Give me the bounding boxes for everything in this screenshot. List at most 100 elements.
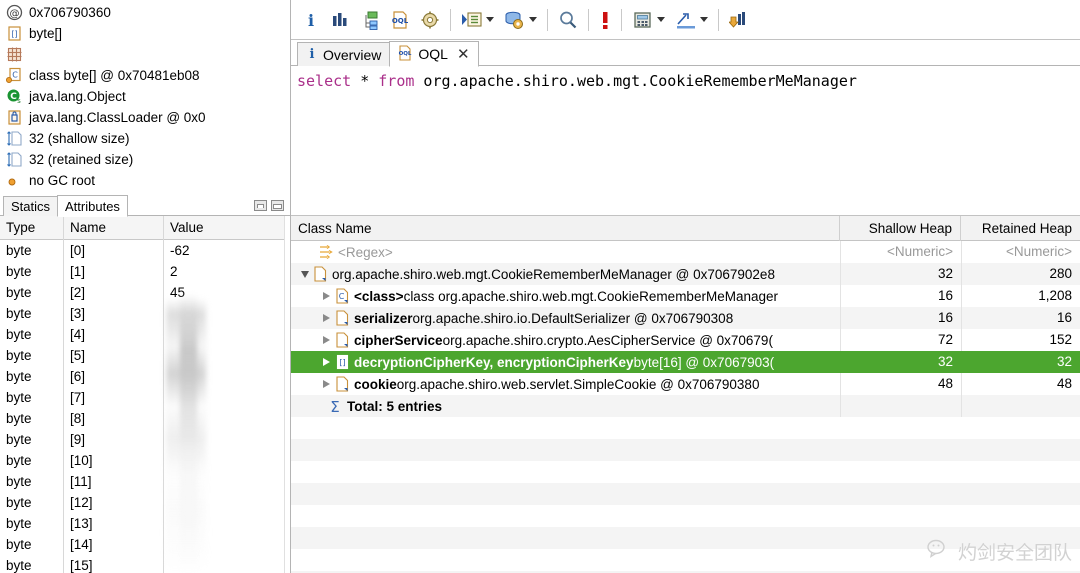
run-expert-icon[interactable] xyxy=(456,5,499,35)
sum-icon: Σ xyxy=(328,399,342,414)
table-row[interactable]: byte [0] -62 xyxy=(0,240,290,261)
maximize-icon[interactable] xyxy=(271,200,284,211)
column-header-retained-heap[interactable]: Retained Heap xyxy=(961,216,1080,241)
chevron-down-icon[interactable] xyxy=(486,17,494,22)
cell-class-name[interactable]: cipherService org.apache.shiro.crypto.Ae… xyxy=(291,332,840,348)
expand-arrow-icon[interactable] xyxy=(323,292,330,300)
chevron-down-icon[interactable] xyxy=(700,17,708,22)
svg-text:i: i xyxy=(310,47,315,60)
table-row[interactable]: byte [8] xyxy=(0,408,290,429)
oql-icon[interactable]: OQL xyxy=(385,5,415,35)
svg-text:s: s xyxy=(17,97,21,105)
cell-retained-filter[interactable]: <Numeric> xyxy=(961,241,1080,263)
minimize-icon[interactable] xyxy=(254,200,267,211)
cell-class-name[interactable]: C <class> class org.apache.shiro.web.mgt.… xyxy=(291,288,840,304)
tab-attributes[interactable]: Attributes xyxy=(57,195,128,217)
query-browser-icon[interactable] xyxy=(499,5,542,35)
calculator-icon[interactable] xyxy=(627,5,670,35)
table-row[interactable]: C <class> class org.apache.shiro.web.mgt.… xyxy=(291,285,1080,307)
tab-statics[interactable]: Statics xyxy=(3,196,59,216)
table-row[interactable]: byte [12] xyxy=(0,492,290,513)
attributes-scrollbar[interactable] xyxy=(284,216,290,573)
cell-total: Σ Total: 5 entries xyxy=(291,399,840,414)
table-row[interactable]: byte [11] xyxy=(0,471,290,492)
cell-class-name[interactable]: <Regex> xyxy=(291,244,840,260)
cell-class-name[interactable]: cookie org.apache.shiro.web.servlet.Simp… xyxy=(291,376,840,392)
collapse-arrow-icon[interactable] xyxy=(300,270,309,278)
expand-arrow-icon[interactable] xyxy=(323,358,330,366)
table-row[interactable]: byte [7] xyxy=(0,387,290,408)
table-row[interactable]: serializer org.apache.shiro.io.DefaultSe… xyxy=(291,307,1080,329)
info-icon: i xyxy=(306,46,318,63)
histogram-icon[interactable] xyxy=(325,5,355,35)
inspector-row-superclass[interactable]: Cs java.lang.Object xyxy=(0,86,290,107)
table-row[interactable]: byte [4] xyxy=(0,324,290,345)
cell-value xyxy=(164,408,290,429)
class-instance-icon: C xyxy=(335,288,350,304)
cell-class-name[interactable]: [] decryptionCipherKey, encryptionCipherK… xyxy=(291,354,840,370)
inspector-row-classloader[interactable]: java.lang.ClassLoader @ 0x0 xyxy=(0,107,290,128)
table-row[interactable]: org.apache.shiro.web.mgt.CookieRememberM… xyxy=(291,263,1080,285)
table-row[interactable]: byte [6] xyxy=(0,366,290,387)
settings-gear-icon[interactable] xyxy=(415,5,445,35)
inspector-row-gc-root[interactable]: no GC root xyxy=(0,170,290,191)
results-filter-row[interactable]: <Regex> <Numeric> <Numeric> xyxy=(291,241,1080,263)
svg-text:OQL: OQL xyxy=(392,17,409,25)
compare-icon[interactable] xyxy=(724,5,754,35)
table-row[interactable]: byte [9] xyxy=(0,429,290,450)
chevron-down-icon[interactable] xyxy=(529,17,537,22)
table-row[interactable]: [] decryptionCipherKey, encryptionCipherK… xyxy=(291,351,1080,373)
table-row[interactable]: byte [10] xyxy=(0,450,290,471)
row-type-label: org.apache.shiro.web.servlet.SimpleCooki… xyxy=(396,376,760,392)
cell-class-name[interactable]: serializer org.apache.shiro.io.DefaultSe… xyxy=(291,310,840,326)
inspector-row-address[interactable]: @ 0x706790360 xyxy=(0,2,290,23)
column-header-shallow-heap[interactable]: Shallow Heap xyxy=(840,216,961,241)
tab-overview[interactable]: i Overview xyxy=(297,42,391,66)
shallow-size-icon xyxy=(6,130,23,147)
cell-name: [12] xyxy=(64,492,164,513)
cell-shallow-filter[interactable]: <Numeric> xyxy=(840,241,961,263)
table-row[interactable]: byte [1] 2 xyxy=(0,261,290,282)
expand-arrow-icon[interactable] xyxy=(323,380,330,388)
column-header-value[interactable]: Value xyxy=(164,216,290,240)
cell-type: byte xyxy=(0,240,64,261)
error-marker-icon[interactable] xyxy=(594,5,616,35)
table-row[interactable]: byte [3] xyxy=(0,303,290,324)
oql-query-editor[interactable]: select * from org.apache.shiro.web.mgt.C… xyxy=(291,66,1080,216)
expand-arrow-icon[interactable] xyxy=(323,336,330,344)
inspector-row-grid[interactable] xyxy=(0,44,290,65)
empty-row xyxy=(291,505,1080,527)
gc-root-icon xyxy=(6,172,23,189)
table-row[interactable]: byte [14] xyxy=(0,534,290,555)
close-icon[interactable]: ✕ xyxy=(457,47,470,62)
table-row[interactable]: byte [2] 45 xyxy=(0,282,290,303)
export-icon[interactable] xyxy=(670,5,713,35)
tab-oql[interactable]: OQL OQL ✕ xyxy=(389,41,479,67)
dominator-tree-icon[interactable] xyxy=(355,5,385,35)
cell-shallow-heap: 16 xyxy=(840,307,961,329)
object-instance-icon xyxy=(335,310,350,326)
expand-arrow-icon[interactable] xyxy=(323,314,330,322)
object-instance-icon xyxy=(335,332,350,348)
table-row[interactable]: byte [5] xyxy=(0,345,290,366)
inspector-label: 0x706790360 xyxy=(29,5,111,20)
inspector-row-class[interactable]: C class byte[] @ 0x70481eb08 xyxy=(0,65,290,86)
table-row[interactable]: byte [13] xyxy=(0,513,290,534)
search-icon[interactable] xyxy=(553,5,583,35)
table-row[interactable]: cookie org.apache.shiro.web.servlet.Simp… xyxy=(291,373,1080,395)
cell-class-name[interactable]: org.apache.shiro.web.mgt.CookieRememberM… xyxy=(291,266,840,282)
column-header-name[interactable]: Name xyxy=(64,216,164,240)
inspector-label: class byte[] @ 0x70481eb08 xyxy=(29,68,200,83)
column-header-type[interactable]: Type xyxy=(0,216,64,240)
info-icon[interactable]: i xyxy=(297,5,325,35)
inspector-row-type[interactable]: [] byte[] xyxy=(0,23,290,44)
column-header-class-name[interactable]: Class Name xyxy=(291,216,840,241)
inspector-label: java.lang.ClassLoader @ 0x0 xyxy=(29,110,206,125)
cell-shallow-heap: 48 xyxy=(840,373,961,395)
inspector-row-shallow-size[interactable]: 32 (shallow size) xyxy=(0,128,290,149)
row-member-name: cookie xyxy=(354,376,397,392)
inspector-row-retained-size[interactable]: 32 (retained size) xyxy=(0,149,290,170)
table-row[interactable]: byte [15] xyxy=(0,555,290,573)
chevron-down-icon[interactable] xyxy=(657,17,665,22)
table-row[interactable]: cipherService org.apache.shiro.crypto.Ae… xyxy=(291,329,1080,351)
